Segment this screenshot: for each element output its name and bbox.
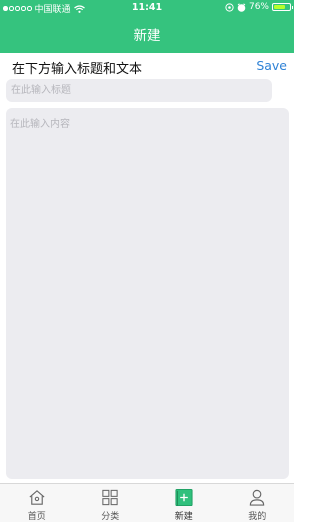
content-input[interactable] [6, 108, 289, 479]
profile-icon [250, 489, 265, 506]
nav-title: 新建 [133, 28, 161, 44]
grid-icon [102, 489, 118, 506]
battery-percent: 76% [248, 2, 269, 12]
battery-icon [272, 3, 293, 11]
status-right: 76% [225, 2, 293, 12]
header-hint: 在下方输入标题和文本 [12, 62, 143, 77]
tab-home-label: 首页 [27, 512, 46, 522]
save-button[interactable]: Save [256, 58, 287, 73]
top-bar: 中国联通 11:41 76% 新建 [0, 0, 294, 53]
new-note-icon [175, 488, 193, 507]
alarm-icon [237, 2, 246, 12]
header-row: 在下方输入标题和文本 Save [0, 53, 294, 79]
tab-category-label: 分类 [101, 512, 120, 522]
status-bar: 中国联通 11:41 76% [0, 0, 294, 16]
location-lock-icon [225, 2, 234, 12]
screen: 中国联通 11:41 76% 新建 在下方输入标题和文本 Save 在此输入标题… [0, 0, 294, 522]
home-icon [29, 490, 45, 505]
battery-fill [274, 5, 286, 9]
tab-home[interactable]: 首页 [0, 484, 74, 522]
tab-profile-label: 我的 [248, 512, 267, 522]
tab-profile[interactable]: 我的 [221, 484, 295, 522]
tab-new-label: 新建 [174, 512, 193, 522]
tab-new[interactable]: 新建 [147, 484, 221, 522]
tab-bar: 首页 分类 新建 我的 [0, 483, 294, 522]
tab-category[interactable]: 分类 [74, 484, 148, 522]
title-input[interactable] [6, 79, 272, 102]
